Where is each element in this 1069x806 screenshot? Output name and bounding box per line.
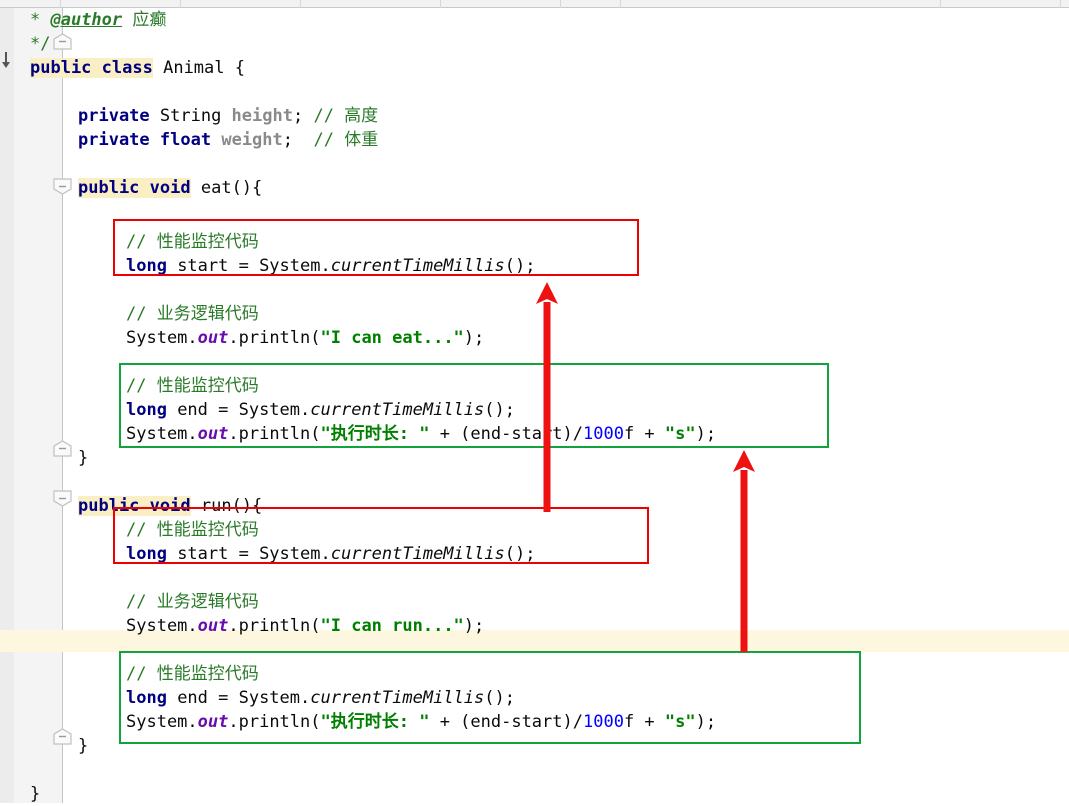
toolbar-divider <box>180 0 181 8</box>
code-line-text: * @author 应癫 <box>30 8 166 32</box>
code-token: private <box>78 130 150 150</box>
code-token: float <box>159 130 212 150</box>
code-token: Animal { <box>152 58 245 78</box>
code-token: public <box>78 178 140 198</box>
annotation-box-run-start <box>113 507 649 564</box>
code-token: @author <box>50 10 123 30</box>
code-token: class <box>101 58 153 78</box>
code-token: private <box>78 106 150 126</box>
code-token: } <box>78 736 89 756</box>
code-token: // 体重 <box>313 130 379 150</box>
code-token: * <box>30 10 51 30</box>
toolbar-divider <box>940 0 941 8</box>
code-token: ; <box>282 130 314 150</box>
code-line-text: } <box>78 734 88 758</box>
code-token: out <box>197 616 229 636</box>
line-javadoc-author[interactable]: * @author 应癫 <box>0 8 1069 32</box>
annotation-box-eat-end <box>119 363 829 448</box>
code-token: ); <box>463 328 485 348</box>
code-token: void <box>149 178 191 198</box>
code-line-text: // 业务逻辑代码 <box>126 302 259 326</box>
line-method-eat[interactable]: public void eat(){ <box>0 176 1069 200</box>
toolbar-divider <box>560 0 561 8</box>
code-token: // 业务逻辑代码 <box>126 592 259 612</box>
code-token: ; <box>292 106 314 126</box>
line-class-decl[interactable]: public class Animal { <box>0 56 1069 80</box>
code-token: System. <box>126 616 198 636</box>
toolbar-divider <box>440 0 441 8</box>
toolbar-divider <box>620 0 621 8</box>
code-token: weight <box>221 130 283 150</box>
code-token: public <box>30 58 92 78</box>
annotation-box-eat-start <box>113 219 639 276</box>
code-token: String <box>149 106 232 126</box>
code-token: height <box>231 106 293 126</box>
code-token: .println( <box>228 616 321 636</box>
annotation-box-run-end <box>119 651 861 744</box>
line-javadoc-close[interactable]: */ <box>0 32 1069 56</box>
code-token: ); <box>463 616 485 636</box>
code-token: */ <box>30 34 51 54</box>
code-token: 应癫 <box>122 10 167 30</box>
line-run-biz-comment[interactable]: // 业务逻辑代码 <box>0 590 1069 614</box>
code-token: "I can run..." <box>320 616 464 636</box>
code-token: "I can eat..." <box>320 328 464 348</box>
code-token: eat(){ <box>190 178 263 198</box>
code-line-text: public void eat(){ <box>78 176 262 200</box>
code-token: System. <box>126 328 198 348</box>
code-line-text: private float weight; // 体重 <box>78 128 378 152</box>
code-line-text: } <box>30 782 40 806</box>
code-token: .println( <box>228 328 321 348</box>
line-class-close-brace[interactable]: } <box>0 782 1069 806</box>
toolbar-divider <box>1060 0 1061 8</box>
toolbar-divider <box>300 0 301 8</box>
code-token <box>139 178 150 198</box>
code-token: // 业务逻辑代码 <box>126 304 259 324</box>
code-token: out <box>197 328 229 348</box>
line-field-height[interactable]: private String height; // 高度 <box>0 104 1069 128</box>
code-token: } <box>78 448 89 468</box>
code-line-text: System.out.println("I can eat..."); <box>126 326 484 350</box>
code-line-text: } <box>78 446 88 470</box>
code-line-text: // 业务逻辑代码 <box>126 590 259 614</box>
code-token <box>91 58 102 78</box>
code-line-text: System.out.println("I can run..."); <box>126 614 484 638</box>
code-line-text: private String height; // 高度 <box>78 104 378 128</box>
code-token: // 高度 <box>313 106 379 126</box>
code-line-text: */ <box>30 32 50 56</box>
line-run-println[interactable]: System.out.println("I can run..."); <box>0 614 1069 638</box>
code-token: } <box>30 784 41 804</box>
annotation-arrow-run-start-to-eat-start <box>533 282 561 512</box>
toolbar-divider <box>60 0 61 8</box>
annotation-arrow-run-end-to-eat-end <box>730 450 758 652</box>
code-line-text: public class Animal { <box>30 56 245 80</box>
toolbar-strip <box>0 0 1069 8</box>
line-field-weight[interactable]: private float weight; // 体重 <box>0 128 1069 152</box>
